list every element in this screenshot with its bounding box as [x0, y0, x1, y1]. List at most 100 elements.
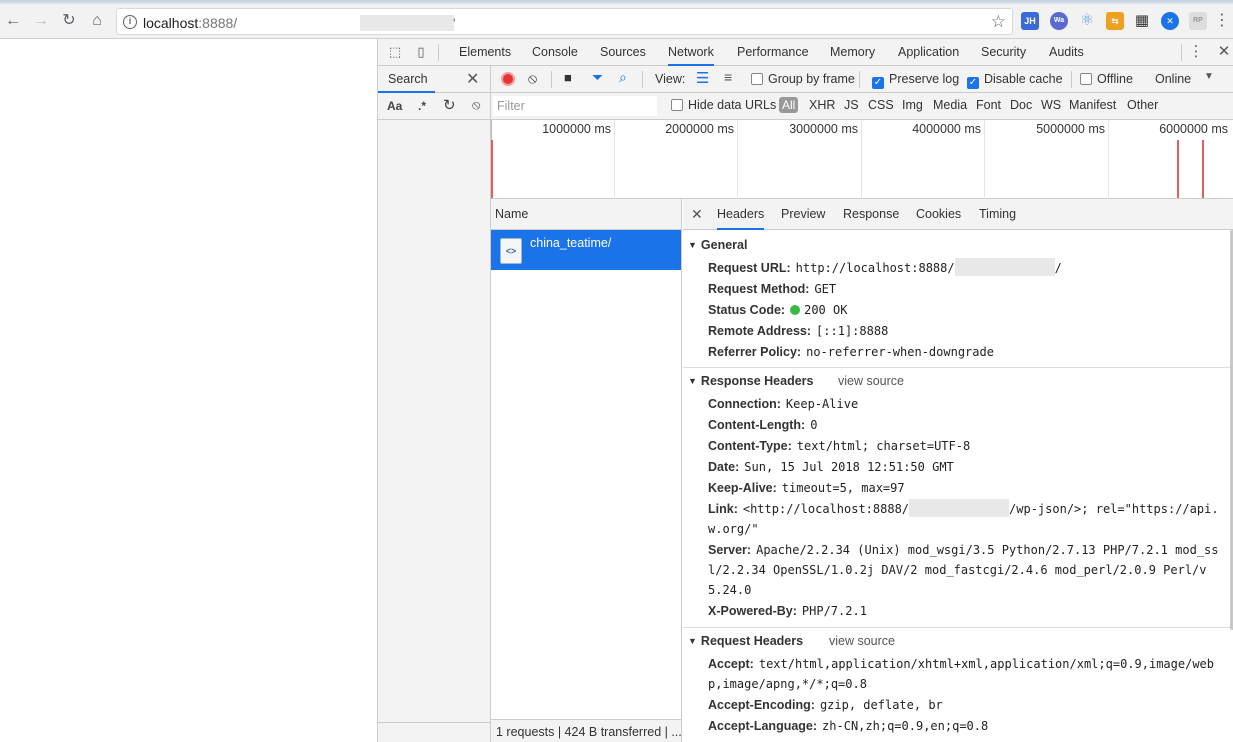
request-method-row: Request Method: GET	[708, 282, 837, 296]
powered-by-row: X-Powered-By: PHP/7.2.1	[708, 604, 867, 618]
filter-type-css[interactable]: CSS	[868, 98, 894, 112]
accept-row-cont: p,image/apng,*/*;q=0.8	[708, 677, 867, 691]
close-details-icon[interactable]: ✕	[691, 206, 703, 223]
filter-type-js[interactable]: JS	[844, 98, 859, 112]
timeline-tick: 2000000 ms	[665, 122, 734, 136]
tab-performance[interactable]: Performance	[737, 39, 809, 66]
search-icon[interactable]: ⌕	[619, 69, 627, 86]
remote-address-row: Remote Address: [::1]:8888	[708, 324, 889, 338]
overview-icon[interactable]: ≡	[724, 69, 732, 85]
throttling-select[interactable]: Online	[1155, 72, 1191, 86]
hide-data-urls-checkbox[interactable]: Hide data URLs	[671, 98, 776, 112]
preserve-log-checkbox[interactable]: ✓ Preserve log	[872, 72, 959, 89]
tab-timing[interactable]: Timing	[979, 199, 1016, 230]
timeline-tick: 6000000 ms	[1159, 122, 1228, 136]
filter-type-xhr[interactable]: XHR	[809, 98, 835, 112]
inspect-element-icon[interactable]: ⬚	[387, 44, 403, 60]
close-devtools-icon[interactable]: ✕	[1216, 44, 1232, 60]
clear-log-icon[interactable]: ⦸	[528, 70, 537, 87]
close-search-icon[interactable]: ✕	[466, 69, 479, 89]
tab-network[interactable]: Network	[668, 39, 714, 66]
filter-input[interactable]: Filter	[493, 96, 657, 116]
record-icon[interactable]	[501, 72, 515, 86]
url-text: localhost:8888/	[143, 15, 238, 31]
reload-icon[interactable]: ↻	[58, 10, 80, 32]
tab-cookies[interactable]: Cookies	[916, 199, 961, 230]
request-list: Name <> china_teatime/ 1 requests | 424 …	[491, 199, 682, 742]
filter-type-manifest[interactable]: Manifest	[1069, 98, 1116, 112]
search-header: Search ✕	[378, 66, 491, 93]
timeline-tick: 1000000 ms	[542, 122, 611, 136]
extension-x-icon[interactable]: ✕	[1161, 12, 1179, 30]
network-toolbar: ⦸ ■ ⏷ ⌕ View: ☰ ≡ Group by frame ✓ Preser…	[491, 66, 1233, 93]
extension-orange-icon[interactable]: ⇆	[1106, 12, 1124, 30]
extension-wa-icon[interactable]: Wa	[1050, 12, 1068, 30]
filter-bar: Filter Hide data URLs All XHR JS CSS Img…	[491, 93, 1233, 120]
content-type-row: Content-Type: text/html; charset=UTF-8	[708, 439, 971, 453]
tab-audits[interactable]: Audits	[1049, 39, 1084, 66]
extension-qr-icon[interactable]: ▦	[1133, 12, 1151, 30]
search-tab[interactable]: Search	[388, 72, 428, 86]
tab-headers[interactable]: Headers	[717, 199, 765, 230]
page-viewport	[0, 39, 377, 742]
tab-security[interactable]: Security	[981, 39, 1026, 66]
clear-search-icon[interactable]: ⦸	[472, 97, 480, 113]
address-bar[interactable]: i localhost:8888/ ' ☆	[116, 8, 1013, 35]
tab-memory[interactable]: Memory	[830, 39, 875, 66]
tab-response[interactable]: Response	[843, 199, 899, 230]
document-file-icon: <>	[500, 238, 522, 264]
extension-react-icon[interactable]: ⚛	[1078, 12, 1096, 30]
tab-preview[interactable]: Preview	[781, 199, 825, 230]
group-by-frame-checkbox[interactable]: Group by frame	[751, 72, 855, 86]
filter-type-doc[interactable]: Doc	[1010, 98, 1032, 112]
timeline-tick: 4000000 ms	[912, 122, 981, 136]
offline-checkbox[interactable]: Offline	[1080, 72, 1133, 86]
back-icon[interactable]: ←	[2, 10, 24, 32]
filter-type-ws[interactable]: WS	[1041, 98, 1061, 112]
match-case-button[interactable]: Aa	[387, 99, 402, 113]
filter-type-font[interactable]: Font	[976, 98, 1001, 112]
filter-type-all[interactable]: All	[779, 97, 799, 113]
site-info-icon[interactable]: i	[123, 15, 137, 29]
regex-button[interactable]: .*	[418, 99, 426, 113]
tab-console[interactable]: Console	[532, 39, 578, 66]
request-headers-section: ▼ Request Headers view source Accept: text…	[683, 628, 1230, 742]
disable-cache-checkbox[interactable]: ✓ Disable cache	[967, 72, 1063, 89]
response-view-source-link[interactable]: view source	[838, 374, 904, 388]
name-column-header[interactable]: Name	[491, 199, 681, 230]
bookmark-star-icon[interactable]: ☆	[991, 12, 1006, 32]
tab-application[interactable]: Application	[898, 39, 959, 66]
response-headers-toggle[interactable]: ▼ Response Headers	[688, 374, 813, 388]
device-toolbar-icon[interactable]: ▯	[413, 44, 429, 60]
redacted-path	[360, 15, 454, 31]
filter-type-other[interactable]: Other	[1127, 98, 1158, 112]
content-length-row: Content-Length: 0	[708, 418, 818, 432]
large-rows-icon[interactable]: ☰	[696, 69, 709, 87]
forward-icon[interactable]: →	[30, 10, 52, 32]
overview-timeline[interactable]: 1000000 ms 2000000 ms 3000000 ms 4000000…	[491, 120, 1233, 199]
tab-elements[interactable]: Elements	[459, 39, 511, 66]
request-view-source-link[interactable]: view source	[829, 634, 895, 648]
browser-menu-icon[interactable]: ⋮	[1211, 10, 1233, 32]
screenshot-camera-icon[interactable]: ■	[564, 70, 572, 85]
status-ok-icon	[790, 305, 801, 315]
summary-bar: 1 requests | 424 B transferred | ...	[491, 719, 682, 742]
filter-funnel-icon[interactable]: ⏷	[592, 69, 603, 86]
accept-language-row: Accept-Language: zh-CN,zh;q=0.9,en;q=0.8	[708, 719, 989, 733]
table-row[interactable]: <> china_teatime/	[491, 230, 681, 270]
accept-encoding-row: Accept-Encoding: gzip, deflate, br	[708, 698, 943, 712]
server-row-cont: 5.24.0	[708, 583, 752, 597]
devtools-menu-icon[interactable]: ⋮	[1188, 44, 1204, 60]
filter-type-media[interactable]: Media	[933, 98, 967, 112]
extension-rp-icon[interactable]: RP	[1189, 12, 1207, 30]
request-headers-toggle[interactable]: ▼ Request Headers	[688, 634, 803, 648]
chevron-down-icon[interactable]: ▼	[1204, 71, 1214, 82]
tab-sources[interactable]: Sources	[600, 39, 646, 66]
refresh-search-icon[interactable]: ↻	[443, 96, 456, 114]
url-tail: '	[453, 15, 456, 31]
filter-type-img[interactable]: Img	[902, 98, 923, 112]
general-toggle[interactable]: ▼ General	[688, 238, 747, 252]
home-icon[interactable]: ⌂	[86, 10, 108, 32]
extension-jh-icon[interactable]: JH	[1021, 12, 1039, 30]
server-row-cont: l/2.2.34 OpenSSL/1.0.2j DAV/2 mod_fastcg…	[708, 563, 1207, 577]
